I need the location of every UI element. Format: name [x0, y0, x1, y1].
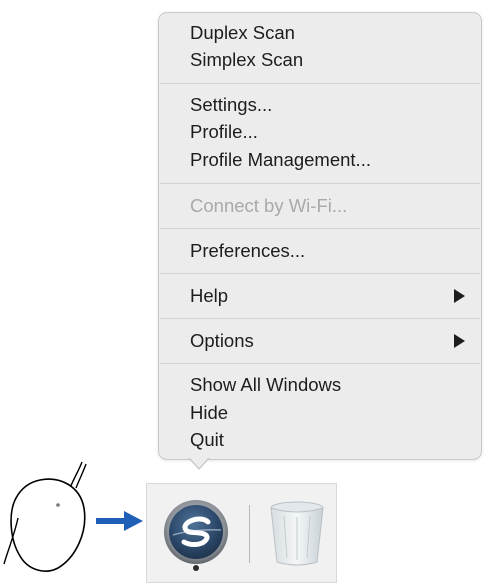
menu-item-options-label: Options [190, 330, 254, 351]
menu-separator [160, 318, 480, 319]
running-indicator [193, 565, 199, 571]
menu-separator [160, 228, 480, 229]
menu-pointer [189, 457, 209, 468]
menu-item-simplex-scan[interactable]: Simplex Scan [190, 48, 465, 72]
scansnap-icon[interactable] [163, 499, 229, 565]
submenu-arrow-icon [454, 334, 465, 348]
trash-icon[interactable] [268, 500, 326, 568]
menu-separator [160, 183, 480, 184]
menu-item-profile-management[interactable]: Profile Management... [190, 148, 465, 172]
menu-item-profile[interactable]: Profile... [190, 120, 465, 144]
menu-item-show-all-windows[interactable]: Show All Windows [190, 373, 465, 397]
menu-item-duplex-scan[interactable]: Duplex Scan [190, 21, 465, 45]
dock-context-menu: Duplex Scan Simplex Scan Settings... Pro… [158, 12, 482, 460]
menu-item-connect-wifi: Connect by Wi-Fi... [190, 195, 348, 216]
menu-item-quit[interactable]: Quit [190, 428, 465, 452]
menu-separator [160, 273, 480, 274]
menu-item-help-label: Help [190, 285, 229, 306]
right-arrow-icon [96, 510, 144, 532]
mouse-icon [0, 458, 100, 574]
menu-separator [160, 83, 480, 84]
submenu-arrow-icon [454, 289, 465, 303]
menu-separator [160, 363, 480, 364]
dock-divider [249, 505, 250, 563]
menu-item-hide[interactable]: Hide [190, 401, 465, 425]
menu-item-options[interactable]: Options [190, 329, 465, 353]
menu-item-help[interactable]: Help [190, 284, 465, 308]
menu-item-preferences[interactable]: Preferences... [190, 239, 465, 263]
menu-item-settings[interactable]: Settings... [190, 93, 465, 117]
